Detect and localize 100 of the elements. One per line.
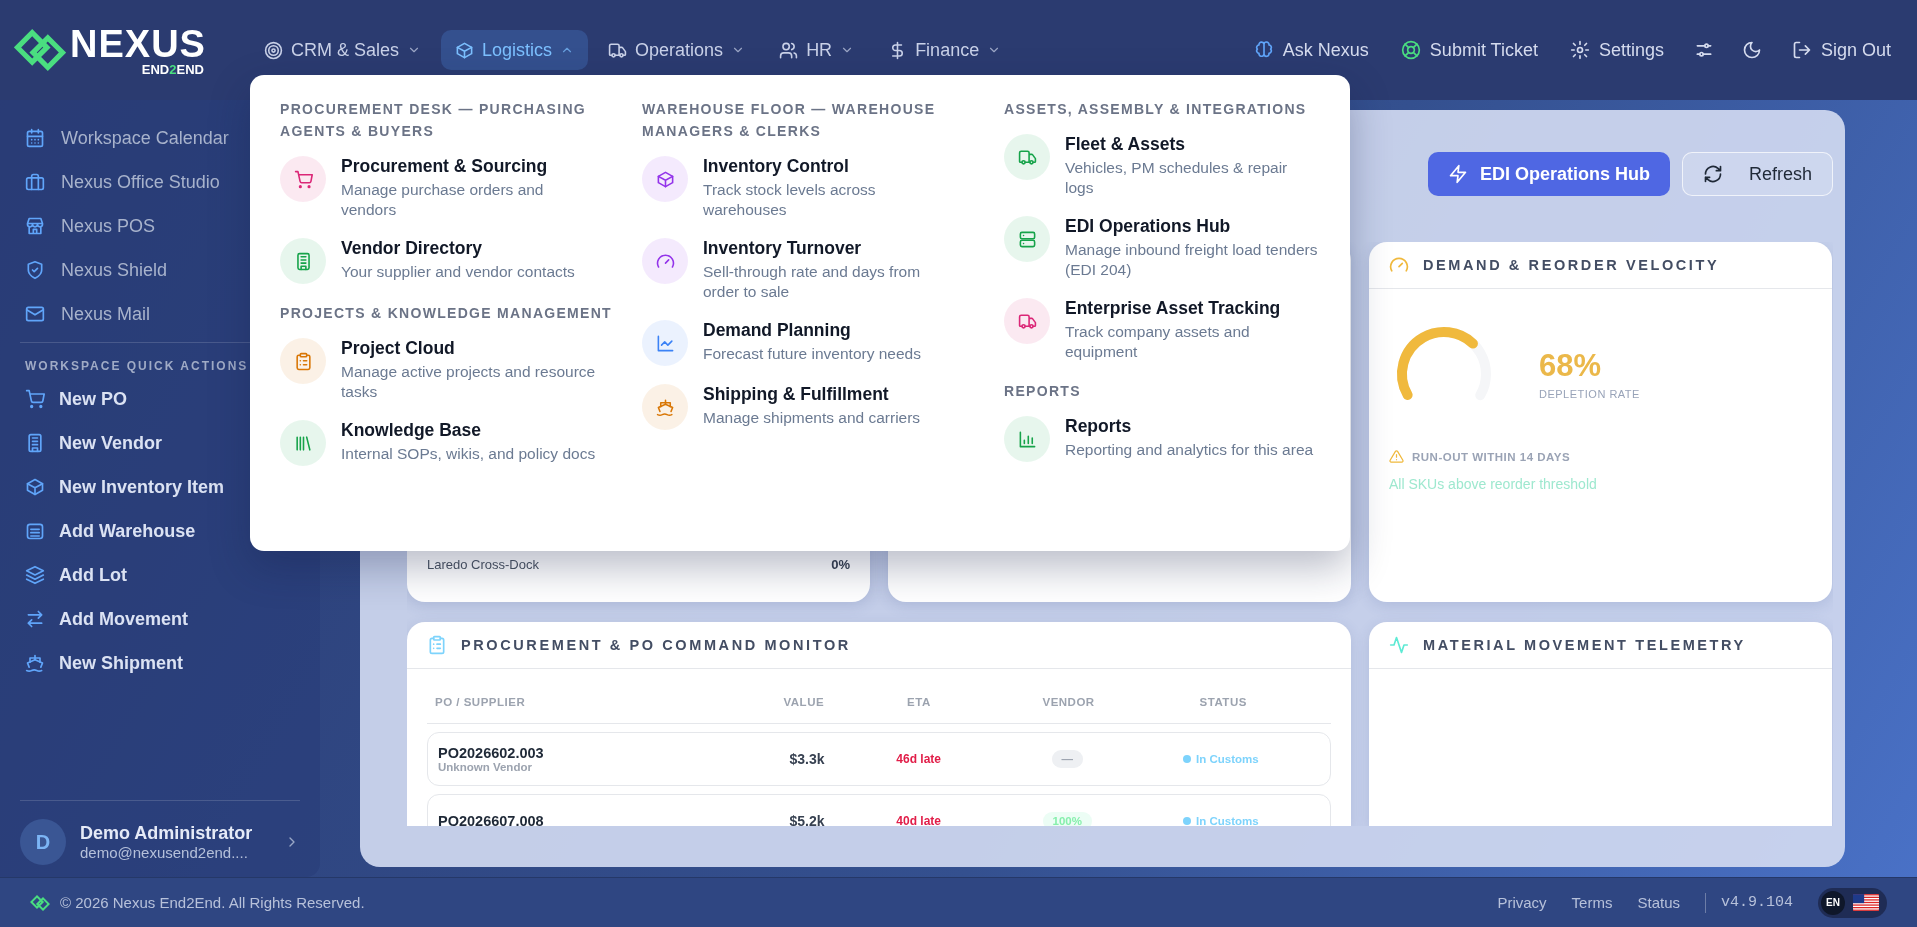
nav-tab[interactable]: Finance: [874, 30, 1016, 70]
brain-icon: [1253, 40, 1274, 60]
card-title: PROCUREMENT & PO COMMAND MONITOR: [461, 637, 851, 653]
lightning-icon: [1447, 164, 1468, 184]
eta-text: 40d late: [895, 814, 942, 826]
po-number: PO2026607.008: [438, 813, 545, 826]
menu-item-description: Manage purchase orders and vendors: [341, 180, 545, 220]
po-value: $3.3k: [788, 751, 825, 767]
flag-icon: [1853, 894, 1879, 911]
sign-out-icon: [1791, 40, 1812, 60]
quick-action[interactable]: Add Warehouse: [20, 509, 300, 553]
menu-section-heading: PROJECTS & KNOWLEDGE MANAGEMENT: [280, 304, 613, 323]
user-email: demo@nexusend2end....: [80, 844, 249, 861]
logo[interactable]: NEXUS END2END: [14, 24, 250, 76]
menu-item-title: Demand Planning: [703, 320, 852, 341]
calendar-icon: [25, 128, 45, 148]
menu-item-title: Enterprise Asset Tracking: [1065, 298, 1282, 319]
menu-item-description: Reporting and analytics for this area: [1065, 440, 1314, 460]
version-text: v4.9.104: [1721, 894, 1793, 911]
menu-item-title: Inventory Turnover: [703, 238, 863, 259]
nav-action[interactable]: Ask Nexus: [1241, 30, 1381, 70]
warehouse-icon: [25, 521, 45, 541]
menu-item-title: Project Cloud: [341, 338, 456, 359]
menu-section-heading: REPORTS: [1004, 382, 1082, 401]
arrows-icon: [25, 609, 45, 629]
footer-link[interactable]: Status: [1637, 894, 1680, 911]
briefcase-icon: [25, 172, 45, 192]
menu-section-heading: WAREHOUSE FLOOR — WAREHOUSE MANAGERS & CLERKS: [642, 100, 937, 141]
menu-item[interactable]: Inventory Turnover Sell-through rate and days from order to sale: [642, 232, 1004, 314]
menu-item-title: Inventory Control: [703, 156, 850, 177]
menu-item[interactable]: Inventory Control Track stock levels across warehouses: [642, 150, 1004, 232]
po-number: PO2026602.003: [438, 745, 545, 761]
refresh-icon: [1702, 164, 1723, 184]
menu-item[interactable]: Enterprise Asset Tracking Track company assets and equipment: [1004, 292, 1366, 374]
warning-icon: [1389, 449, 1404, 464]
eta-text: 46d late: [895, 752, 942, 766]
edi-hub-button[interactable]: EDI Operations Hub: [1427, 152, 1670, 196]
sign-out-button[interactable]: Sign Out: [1779, 30, 1903, 70]
avatar: D: [20, 819, 66, 865]
card-title: DEMAND & REORDER VELOCITY: [1423, 257, 1720, 273]
nav-action[interactable]: Settings: [1557, 30, 1676, 70]
menu-item-title: Procurement & Sourcing: [341, 156, 549, 177]
layers-icon: [25, 565, 45, 585]
ship-icon: [25, 653, 45, 673]
logo-icon: [30, 892, 50, 913]
mail-icon: [25, 304, 45, 324]
po-row[interactable]: PO2026602.003 Unknown Vendor $3.3k 46d late — In Customs: [427, 732, 1331, 786]
supplier-name: Unknown Vendor: [438, 761, 533, 773]
cube-icon: [25, 477, 45, 497]
column-header: VALUE: [782, 696, 825, 708]
nav-tab[interactable]: Operations: [594, 30, 760, 70]
card-title: MATERIAL MOVEMENT TELEMETRY: [1423, 637, 1746, 653]
quick-action[interactable]: Add Movement: [20, 597, 300, 641]
menu-item-title: EDI Operations Hub: [1065, 216, 1232, 237]
user-menu[interactable]: D Demo Administrator demo@nexusend2end....: [20, 807, 300, 865]
menu-item-title: Reports: [1065, 416, 1133, 437]
quick-action[interactable]: Add Lot: [20, 553, 300, 597]
cart-icon: [25, 389, 45, 409]
column-header: PO / SUPPLIER: [435, 696, 527, 708]
status-note: All SKUs above reorder threshold: [1389, 476, 1598, 492]
status-text: In Customs: [1196, 753, 1259, 765]
users-icon: [779, 40, 799, 60]
shield-icon: [25, 260, 45, 280]
menu-item-description: Sell-through rate and days from order to sale: [703, 262, 922, 302]
cube-icon: [455, 40, 475, 60]
nav-tab[interactable]: HR: [765, 30, 869, 70]
clipboard-icon: [427, 635, 447, 655]
nav-action[interactable]: Submit Ticket: [1388, 30, 1550, 70]
depletion-label: DEPLETION RATE: [1539, 388, 1640, 400]
refresh-button[interactable]: Refresh: [1681, 152, 1833, 196]
menu-section-heading: PROCUREMENT DESK — PURCHASING AGENTS & BUYERS: [280, 100, 588, 141]
menu-item-title: Knowledge Base: [341, 420, 483, 441]
menu-item[interactable]: Reports Reporting and analytics for this area: [1004, 410, 1366, 474]
status-text: In Customs: [1196, 815, 1259, 826]
user-name: Demo Administrator: [80, 823, 254, 844]
gauge-icon: [1389, 255, 1409, 275]
menu-item-title: Shipping & Fulfillment: [703, 384, 890, 405]
menu-item-description: Manage inbound freight load tenders (EDI 204): [1065, 240, 1319, 280]
vendor-score: —: [1051, 750, 1084, 768]
menu-item[interactable]: Demand Planning Forecast future inventory needs: [642, 314, 1004, 378]
menu-item[interactable]: Fleet & Assets Vehicles, PM schedules & repair logs: [1004, 128, 1366, 210]
menu-item[interactable]: EDI Operations Hub Manage inbound freight load tenders (EDI 204): [1004, 210, 1366, 292]
nav-tab[interactable]: Logistics: [441, 30, 589, 70]
logo-name: NEXUS: [70, 24, 206, 63]
footer-link[interactable]: Privacy: [1497, 894, 1547, 911]
warehouse-name: Laredo Cross-Dock: [427, 557, 539, 572]
footer-link[interactable]: Terms: [1571, 894, 1613, 911]
menu-item-description: Manage active projects and resource tasks: [341, 362, 596, 402]
menu-item-description: Track stock levels across warehouses: [703, 180, 877, 220]
nav-tab[interactable]: CRM & Sales: [250, 30, 436, 70]
menu-item-description: Internal SOPs, wikis, and policy docs: [341, 444, 596, 464]
pulse-icon: [1389, 635, 1409, 655]
menu-section-heading: ASSETS, ASSEMBLY & INTEGRATIONS: [1004, 100, 1308, 119]
language-toggle[interactable]: EN: [1818, 887, 1887, 918]
quick-action[interactable]: New Shipment: [20, 641, 300, 685]
menu-item-description: Vehicles, PM schedules & repair logs: [1065, 158, 1289, 198]
menu-item-description: Forecast future inventory needs: [703, 344, 921, 364]
menu-item[interactable]: Shipping & Fulfillment Manage shipments and carriers: [642, 378, 1004, 442]
building-icon: [25, 433, 45, 453]
depletion-value: 68%: [1539, 348, 1603, 384]
